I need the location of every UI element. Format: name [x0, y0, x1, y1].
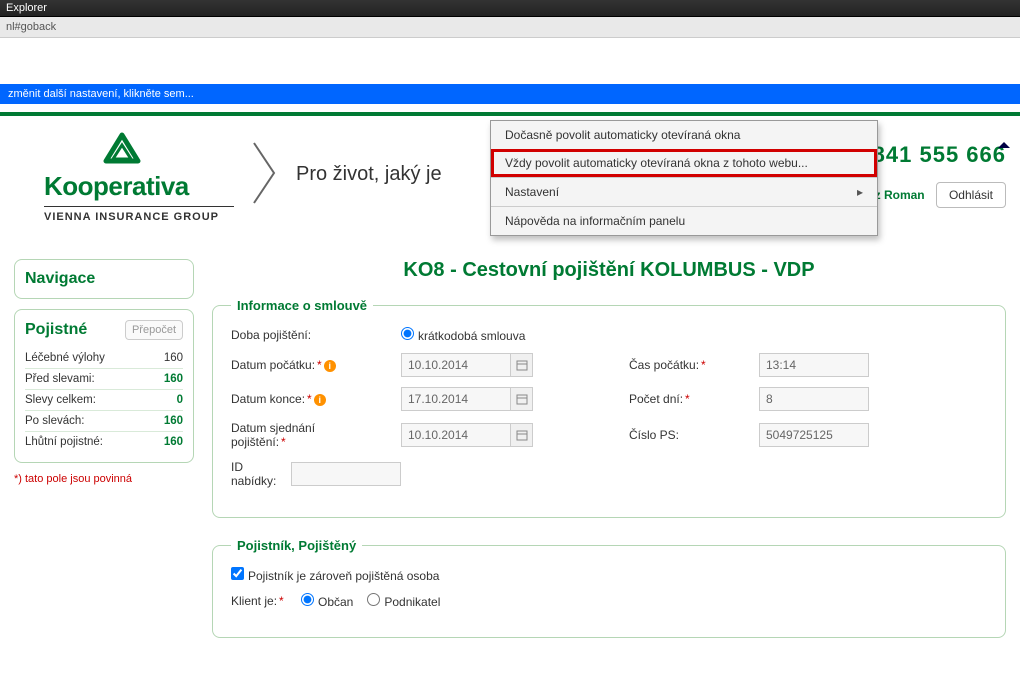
- pojistne-panel: Pojistné Přepočet Léčebné výlohy 160 Před…: [14, 309, 194, 463]
- slogan: Pro život, jaký je: [296, 163, 442, 186]
- pocet-dni-input[interactable]: [759, 387, 869, 411]
- address-bar[interactable]: nl#goback: [0, 17, 1020, 38]
- pojistnik-legend: Pojistník, Pojištěný: [231, 538, 362, 553]
- recalc-button[interactable]: Přepočet: [125, 320, 183, 340]
- brand-name: Kooperativa: [44, 171, 234, 202]
- datum-konce-label: Datum konce:*i: [231, 392, 361, 406]
- nav-panel: Navigace: [14, 259, 194, 299]
- klient-obcan-wrap[interactable]: Občan: [301, 593, 353, 609]
- popup-help[interactable]: Nápověda na informačním panelu: [491, 206, 877, 235]
- pojistne-row: Před slevami: 160: [25, 368, 183, 389]
- main-column: KO8 - Cestovní pojištění KOLUMBUS - VDP …: [212, 259, 1006, 658]
- pojistne-row: Lhůtní pojistné: 160: [25, 431, 183, 452]
- cas-pocatku-input[interactable]: [759, 353, 869, 377]
- klient-podnikatel-radio[interactable]: [367, 593, 380, 606]
- contract-info-fieldset: Informace o smlouvě Doba pojištění: krát…: [212, 298, 1006, 518]
- klient-je-label: Klient je:*: [231, 594, 301, 608]
- pojistne-list: Léčebné výlohy 160 Před slevami: 160 Slevy…: [25, 348, 183, 452]
- contract-info-legend: Informace o smlouvě: [231, 298, 373, 313]
- brand-subtitle: VIENNA INSURANCE GROUP: [44, 206, 234, 223]
- calendar-icon[interactable]: [511, 423, 533, 447]
- datum-sjednani-input[interactable]: [401, 423, 511, 447]
- window-title: Explorer: [0, 0, 1020, 17]
- datum-pocatku-label: Datum počátku:*i: [231, 358, 361, 372]
- doba-label: Doba pojištění:: [231, 328, 361, 342]
- cas-pocatku-label: Čas počátku:*: [629, 358, 759, 372]
- brand-logo: Kooperativa VIENNA INSURANCE GROUP: [14, 126, 234, 223]
- popup-blocker-menu: Dočasně povolit automaticky otevíraná ok…: [490, 120, 878, 236]
- pojistnik-checkbox[interactable]: [231, 567, 244, 580]
- toolbar-spacer: [0, 38, 1020, 84]
- klient-obcan-radio[interactable]: [301, 593, 314, 606]
- datum-sjednani-label: Datum sjednání pojištění:*: [231, 421, 361, 450]
- id-nabidky-input[interactable]: [291, 462, 401, 486]
- doba-radio-wrap[interactable]: krátkodobá smlouva: [401, 327, 525, 343]
- nav-title: Navigace: [25, 270, 183, 288]
- pojistne-row-value: 160: [164, 436, 183, 448]
- main-body: Navigace Pojistné Přepočet Léčebné výloh…: [14, 259, 1006, 658]
- pojistne-row-value: 0: [177, 394, 183, 406]
- info-icon[interactable]: i: [314, 394, 326, 406]
- left-column: Navigace Pojistné Přepočet Léčebné výloh…: [14, 259, 194, 658]
- datum-pocatku-input[interactable]: [401, 353, 511, 377]
- cislo-ps-label: Číslo PS:: [629, 428, 759, 442]
- pojistne-row: Léčebné výlohy 160: [25, 348, 183, 368]
- datum-konce-input[interactable]: [401, 387, 511, 411]
- pojistnik-checkbox-label: Pojistník je zároveň pojištěná osoba: [248, 569, 439, 583]
- pojistnik-fieldset: Pojistník, Pojištěný Pojistník je zárove…: [212, 538, 1006, 638]
- id-nabidky-label: ID nabídky:: [231, 460, 291, 489]
- klient-podnikatel-wrap[interactable]: Podnikatel: [367, 593, 440, 609]
- logout-button[interactable]: Odhlásit: [936, 182, 1006, 208]
- popup-allow-always-this-site[interactable]: Vždy povolit automaticky otevíraná okna …: [491, 149, 877, 177]
- pojistne-row-value: 160: [164, 373, 183, 385]
- pojistne-row-label: Slevy celkem:: [25, 394, 96, 406]
- pojistne-row-label: Před slevami:: [25, 373, 95, 385]
- logo-mark-icon: [100, 132, 234, 169]
- calendar-icon[interactable]: [511, 387, 533, 411]
- klient-podnikatel-label: Podnikatel: [384, 595, 440, 609]
- pojistne-row: Slevy celkem: 0: [25, 389, 183, 410]
- pojistnik-checkbox-wrap[interactable]: Pojistník je zároveň pojištěná osoba: [231, 567, 439, 583]
- calendar-icon[interactable]: [511, 353, 533, 377]
- doba-option-label: krátkodobá smlouva: [418, 329, 525, 343]
- pojistne-title: Pojistné: [25, 321, 87, 339]
- doba-radio[interactable]: [401, 327, 414, 340]
- info-icon[interactable]: i: [324, 360, 336, 372]
- pojistne-row-label: Lhůtní pojistné:: [25, 436, 103, 448]
- pojistne-row-value: 160: [164, 352, 183, 364]
- pojistne-row: Po slevách: 160: [25, 410, 183, 431]
- pojistne-row-value: 160: [164, 415, 183, 427]
- info-bar[interactable]: změnit další nastavení, klikněte sem...: [0, 84, 1020, 104]
- pojistne-row-label: Léčebné výlohy: [25, 352, 105, 364]
- collapse-triangle-icon[interactable]: [998, 142, 1010, 148]
- popup-allow-once[interactable]: Dočasně povolit automaticky otevíraná ok…: [491, 121, 877, 149]
- page-title: KO8 - Cestovní pojištění KOLUMBUS - VDP: [212, 259, 1006, 282]
- accent-line: [0, 112, 1020, 116]
- pojistne-row-label: Po slevách:: [25, 415, 84, 427]
- pocet-dni-label: Počet dní:*: [629, 392, 759, 406]
- chevron-right-icon: [252, 141, 278, 208]
- required-note: *) tato pole jsou povinná: [14, 473, 194, 485]
- klient-obcan-label: Občan: [318, 595, 353, 609]
- popup-settings[interactable]: Nastavení: [491, 177, 877, 206]
- cislo-ps-input[interactable]: [759, 423, 869, 447]
